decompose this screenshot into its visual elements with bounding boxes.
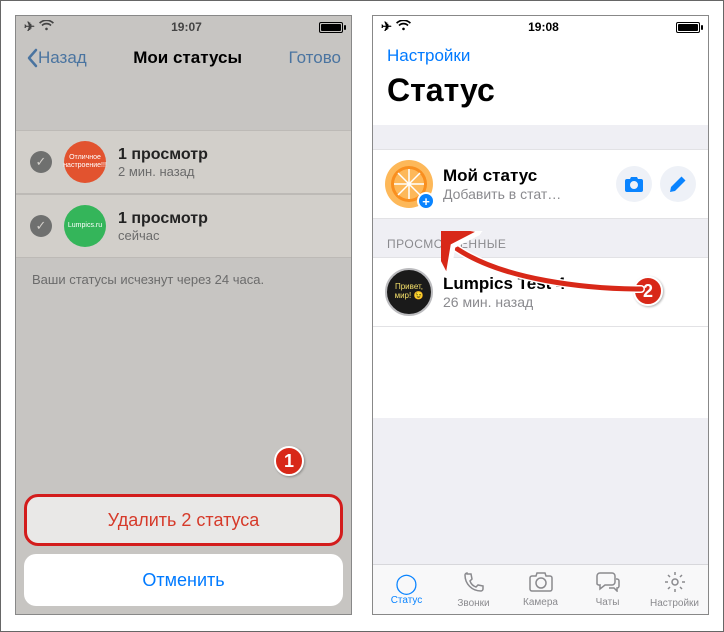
tab-label: Чаты bbox=[596, 597, 620, 608]
checkmark-icon[interactable]: ✓ bbox=[30, 215, 52, 237]
tab-status[interactable]: ◯ Статус bbox=[373, 565, 440, 614]
pencil-status-button[interactable] bbox=[660, 166, 696, 202]
delete-statuses-button[interactable]: Удалить 2 статуса bbox=[24, 494, 343, 546]
status-time: сейчас bbox=[118, 228, 208, 243]
status-row[interactable]: ✓ Lumpics.ru 1 просмотр сейчас bbox=[16, 194, 351, 258]
checkmark-icon[interactable]: ✓ bbox=[30, 151, 52, 173]
phone-left: ✈ 19:07 Назад Мои статусы Готово ✓ Отлич… bbox=[15, 15, 352, 615]
page-title: Мои статусы bbox=[133, 48, 242, 68]
clock: 19:07 bbox=[171, 20, 202, 34]
wifi-icon bbox=[39, 20, 54, 34]
tab-label: Камера bbox=[523, 597, 558, 608]
contact-avatar: Привет, мир! 😉 bbox=[385, 268, 433, 316]
viewed-section-header: ПРОСМОТРЕННЫЕ bbox=[373, 219, 708, 257]
battery-icon bbox=[676, 22, 700, 33]
status-time: 2 мин. назад bbox=[118, 164, 208, 179]
callout-badge-1: 1 bbox=[274, 446, 304, 476]
empty-area bbox=[373, 418, 708, 564]
tab-label: Статус bbox=[391, 595, 423, 606]
tab-chats[interactable]: Чаты bbox=[574, 565, 641, 614]
camera-icon bbox=[625, 177, 643, 192]
back-button[interactable]: Назад bbox=[26, 48, 87, 68]
phone-icon bbox=[463, 571, 485, 597]
phone-right: ✈ 19:08 Настройки Статус bbox=[372, 15, 709, 615]
status-bar: ✈ 19:08 bbox=[373, 16, 708, 36]
airplane-icon: ✈ bbox=[24, 19, 35, 35]
status-bar: ✈ 19:07 bbox=[16, 16, 351, 36]
nav-bar: Назад Мои статусы Готово bbox=[16, 36, 351, 80]
tab-label: Настройки bbox=[650, 598, 699, 609]
airplane-icon: ✈ bbox=[381, 19, 392, 35]
clock: 19:08 bbox=[528, 20, 559, 34]
tab-label: Звонки bbox=[457, 598, 489, 609]
chevron-left-icon bbox=[26, 48, 38, 68]
section-gap bbox=[373, 125, 708, 149]
gear-icon bbox=[664, 571, 686, 597]
battery-icon bbox=[319, 22, 343, 33]
tab-settings[interactable]: Настройки bbox=[641, 565, 708, 614]
status-list: ✓ Отличное настроение!!! 1 просмотр 2 ми… bbox=[16, 80, 351, 301]
status-row[interactable]: ✓ Отличное настроение!!! 1 просмотр 2 ми… bbox=[16, 130, 351, 194]
chats-icon bbox=[596, 572, 620, 596]
pencil-icon bbox=[670, 176, 686, 192]
status-ring-icon: ◯ bbox=[395, 574, 417, 594]
status-thumbnail: Lumpics.ru bbox=[64, 205, 106, 247]
wifi-icon bbox=[396, 20, 411, 34]
tab-calls[interactable]: Звонки bbox=[440, 565, 507, 614]
done-button[interactable]: Готово bbox=[289, 48, 342, 68]
page-title: Статус bbox=[373, 70, 708, 125]
my-status-subtitle: Добавить в стат… bbox=[443, 186, 608, 202]
camera-icon bbox=[529, 572, 553, 596]
status-views: 1 просмотр bbox=[118, 210, 208, 228]
back-label: Назад bbox=[38, 48, 87, 68]
camera-status-button[interactable] bbox=[616, 166, 652, 202]
my-status-title: Мой статус bbox=[443, 166, 608, 186]
status-expiry-note: Ваши статусы исчезнут через 24 часа. bbox=[16, 258, 351, 301]
status-views: 1 просмотр bbox=[118, 146, 208, 164]
add-status-badge[interactable]: + bbox=[417, 192, 435, 210]
action-sheet: Удалить 2 статуса Отменить bbox=[24, 486, 343, 606]
tab-camera[interactable]: Камера bbox=[507, 565, 574, 614]
tab-bar: ◯ Статус Звонки Камера Чаты bbox=[373, 564, 708, 614]
cancel-button[interactable]: Отменить bbox=[24, 554, 343, 606]
status-thumbnail: Отличное настроение!!! bbox=[64, 141, 106, 183]
callout-badge-2: 2 bbox=[633, 276, 663, 306]
settings-link[interactable]: Настройки bbox=[373, 36, 708, 70]
my-status-row[interactable]: + Мой статус Добавить в стат… bbox=[373, 149, 708, 219]
